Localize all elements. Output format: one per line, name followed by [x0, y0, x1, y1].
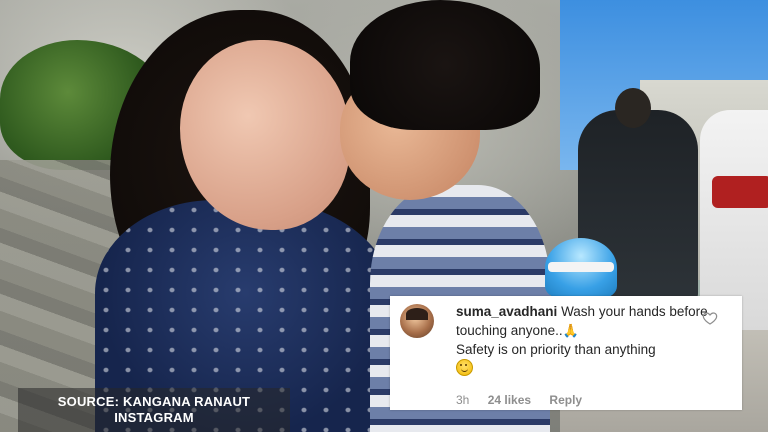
comment-body: suma_avadhani Wash your hands before tou… — [456, 302, 716, 379]
source-caption-line1: SOURCE: KANGANA RANAUT — [57, 394, 251, 409]
source-caption-line2: INSTAGRAM — [114, 410, 194, 425]
heart-outline-icon[interactable] — [702, 310, 718, 326]
smiling-face-emoji — [456, 359, 473, 376]
comment-username[interactable]: suma_avadhani — [456, 304, 557, 319]
avatar[interactable] — [400, 304, 434, 338]
comment-meta-row: 3h 24 likes Reply — [456, 393, 597, 407]
car-tail-light — [712, 176, 768, 208]
instagram-comment-card: suma_avadhani Wash your hands before tou… — [390, 296, 742, 410]
comment-likes[interactable]: 24 likes — [488, 393, 531, 407]
blue-toy-band — [548, 262, 614, 272]
comment-time: 3h — [456, 393, 470, 407]
reply-button[interactable]: Reply — [549, 393, 582, 407]
source-caption: SOURCE: KANGANA RANAUT INSTAGRAM — [18, 388, 290, 432]
comment-text-part2: Safety is on priority than anything — [456, 342, 656, 357]
background-person-head — [615, 88, 651, 128]
folded-hands-emoji: 🙏 — [562, 323, 579, 338]
boy-hair — [350, 0, 540, 130]
